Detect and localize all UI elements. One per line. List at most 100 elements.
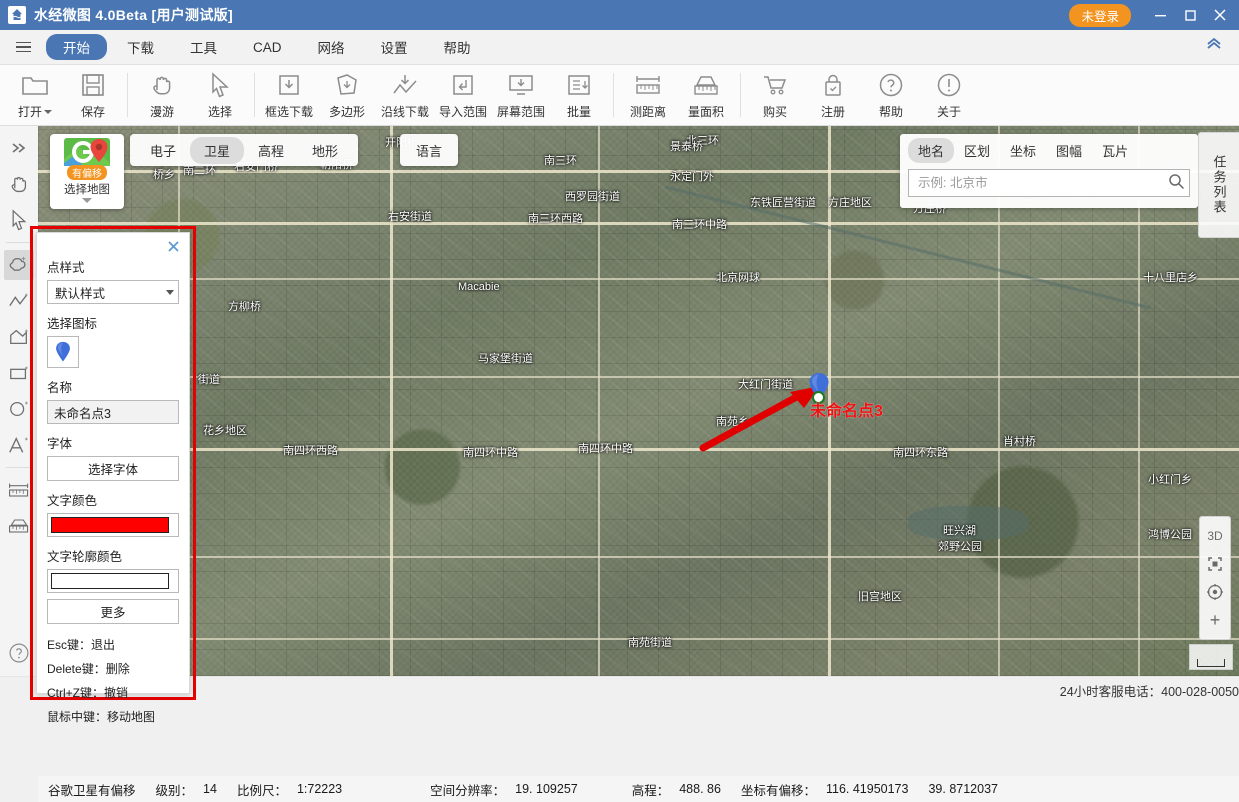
map-place-label: 右安街道 <box>388 211 432 223</box>
fullscreen-icon[interactable] <box>1202 550 1228 578</box>
line-download-icon <box>391 70 419 100</box>
ribbon-measure-area-label: 量面积 <box>687 105 724 119</box>
measure-area-icon <box>691 70 721 100</box>
map-canvas[interactable]: 北三环南二环右安门桥朝阳桥南三环景泰桥开阳桥永定门外西罗园街道东铁匠营街道右安街… <box>38 126 1239 676</box>
login-status-badge[interactable]: 未登录 <box>1069 3 1131 27</box>
ribbon-save-label: 保存 <box>80 105 105 119</box>
status-resolution-value: 19. 109257 <box>515 782 578 796</box>
search-input-wrapper[interactable] <box>908 169 1190 197</box>
ribbon-measure-distance-button[interactable]: 测距离 <box>619 66 677 124</box>
hand-pan-icon[interactable] <box>4 169 34 199</box>
search-tab-district[interactable]: 区划 <box>954 138 1000 163</box>
menu-bar: 开始 下载 工具 CAD 网络 设置 帮助 <box>0 30 1239 65</box>
chevron-down-icon[interactable] <box>166 289 174 295</box>
status-scale-label: 比例尺： <box>236 783 287 798</box>
compass-locate-icon[interactable] <box>1202 578 1228 606</box>
ribbon-line-download-button[interactable]: 沿线下载 <box>376 66 434 124</box>
map-marker[interactable]: 未命名点3 <box>808 372 883 420</box>
chevron-down-icon[interactable] <box>82 198 92 203</box>
menu-item-network[interactable]: 网络 <box>302 34 361 60</box>
ribbon-screen-range-button[interactable]: 屏幕范围 <box>492 66 550 124</box>
ribbon-about-button[interactable]: 关于 <box>920 66 978 124</box>
ribbon-box-download-button[interactable]: 框选下载 <box>260 66 318 124</box>
measure-distance-icon[interactable] <box>4 475 34 505</box>
add-point-icon[interactable] <box>4 250 34 280</box>
ribbon-help-button[interactable]: 帮助 <box>862 66 920 124</box>
search-tab-mapsheet[interactable]: 图幅 <box>1046 138 1092 163</box>
measure-area-icon[interactable] <box>4 511 34 541</box>
select-font-button[interactable]: 选择字体 <box>47 456 179 481</box>
layer-tab-elevation[interactable]: 高程 <box>244 137 298 164</box>
ribbon-open-button[interactable]: 打开 <box>6 66 64 124</box>
menu-item-help[interactable]: 帮助 <box>428 34 487 60</box>
search-tab-placename[interactable]: 地名 <box>908 138 955 163</box>
measure-distance-icon <box>633 70 663 100</box>
cursor-select-icon[interactable] <box>4 205 34 235</box>
ribbon-separator <box>254 73 255 117</box>
add-rectangle-icon[interactable] <box>4 358 34 388</box>
ribbon-batch-button[interactable]: 批量 <box>550 66 608 124</box>
map-place-label: 南三环中路 <box>672 219 727 231</box>
ribbon-import-range-button[interactable]: 导入范围 <box>434 66 492 124</box>
map-place-label: 南四环中路 <box>463 447 518 459</box>
menu-item-settings[interactable]: 设置 <box>365 34 424 60</box>
map-scale-bar <box>1189 644 1233 670</box>
search-input[interactable] <box>916 175 1168 191</box>
add-polyline-icon[interactable] <box>4 286 34 316</box>
more-button[interactable]: 更多 <box>47 599 179 624</box>
close-icon[interactable] <box>165 240 181 256</box>
menu-item-download[interactable]: 下载 <box>111 34 170 60</box>
search-tab-coordinate[interactable]: 坐标 <box>1000 138 1046 163</box>
hint-undo: Ctrl+Z键：撤销 <box>47 686 129 700</box>
hint-delete: Delete键：删除 <box>47 662 130 676</box>
menu-item-start[interactable]: 开始 <box>46 34 107 60</box>
status-coord-lat: 39. 8712037 <box>928 782 998 796</box>
view-3d-button[interactable]: 3D <box>1202 522 1228 550</box>
layer-tab-satellite[interactable]: 卫星 <box>190 136 245 164</box>
menu-item-tools[interactable]: 工具 <box>174 34 233 60</box>
ribbon-register-label: 注册 <box>820 105 845 119</box>
ribbon-polygon-button[interactable]: 多边形 <box>318 66 376 124</box>
point-style-select[interactable]: 默认样式 <box>47 280 179 304</box>
map-source-label: 选择地图 <box>64 184 110 196</box>
task-list-tab[interactable]: 任务列表 <box>1198 132 1239 238</box>
point-style-dialog: 点样式 默认样式 选择图标 名称 未命名点3 字体 选择字体 文字颜色 文字轮廓… <box>36 232 190 724</box>
help-circle-icon[interactable] <box>4 638 34 668</box>
name-input[interactable]: 未命名点3 <box>47 400 179 424</box>
layer-tab-terrain[interactable]: 地形 <box>298 137 352 164</box>
text-color-picker[interactable] <box>47 513 179 537</box>
ribbon-buy-button[interactable]: 购买 <box>746 66 804 124</box>
map-place-label: 旺兴湖 <box>943 525 976 537</box>
chevron-up-icon[interactable] <box>1205 36 1223 54</box>
close-button[interactable] <box>1205 0 1235 30</box>
expand-panel-icon[interactable] <box>4 133 34 163</box>
ribbon-measure-area-button[interactable]: 量面积 <box>677 66 735 124</box>
status-level-value: 14 <box>203 782 217 796</box>
ribbon-register-button[interactable]: 注册 <box>804 66 862 124</box>
menu-item-cad[interactable]: CAD <box>237 37 298 58</box>
language-button[interactable]: 语言 <box>400 134 459 166</box>
ribbon-buy-label: 购买 <box>762 105 787 119</box>
map-source-selector[interactable]: 有偏移 选择地图 <box>50 134 124 209</box>
ribbon-pan-label: 漫游 <box>149 105 174 119</box>
map-place-label: 北京网球 <box>716 272 760 284</box>
maximize-button[interactable] <box>1175 0 1205 30</box>
ribbon-save-button[interactable]: 保存 <box>64 66 122 124</box>
ribbon-box-download-label: 框选下载 <box>264 105 313 119</box>
add-circle-icon[interactable] <box>4 394 34 424</box>
save-disk-icon <box>80 70 106 100</box>
search-icon[interactable] <box>1168 173 1185 193</box>
search-tab-tile[interactable]: 瓦片 <box>1092 138 1138 163</box>
layer-tab-electronic[interactable]: 电子 <box>136 137 190 164</box>
selected-icon-preview[interactable] <box>47 336 79 368</box>
add-polygon-icon[interactable] <box>4 322 34 352</box>
minimize-button[interactable] <box>1145 0 1175 30</box>
add-text-icon[interactable] <box>4 430 34 460</box>
ribbon-select-button[interactable]: 选择 <box>191 66 249 124</box>
outline-color-picker[interactable] <box>47 569 179 593</box>
map-place-label: 方庄地区 <box>828 197 872 209</box>
chevron-down-icon[interactable] <box>44 109 52 114</box>
zoom-in-button[interactable]: + <box>1202 606 1228 634</box>
hamburger-icon[interactable] <box>10 34 36 60</box>
ribbon-pan-button[interactable]: 漫游 <box>133 66 191 124</box>
